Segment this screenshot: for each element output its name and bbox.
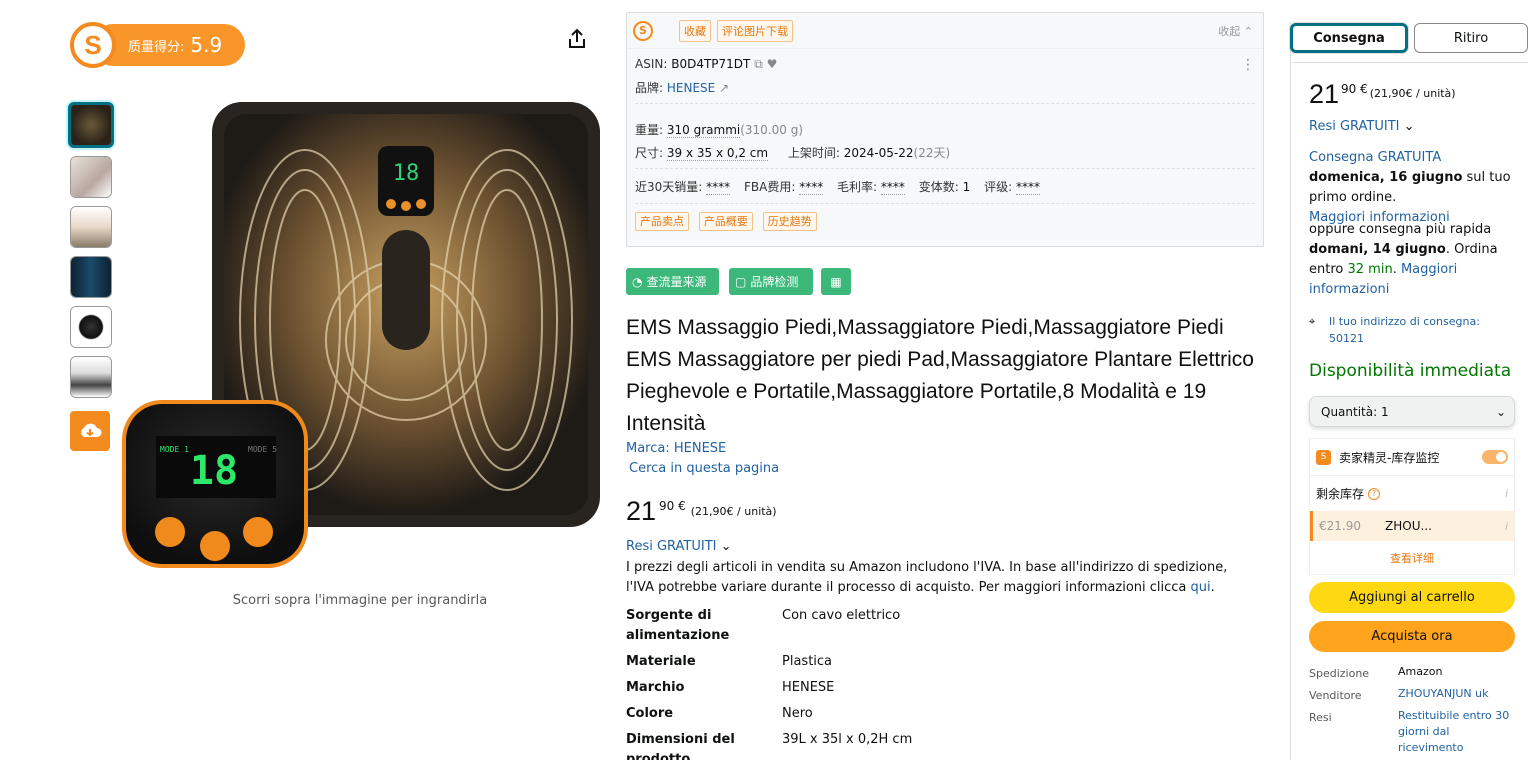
- copy-icon[interactable]: ⧉: [754, 57, 763, 71]
- buybox-divider: [1290, 22, 1291, 760]
- share-icon[interactable]: [566, 28, 588, 50]
- sellersprite-info-panel: S 收藏 评论图片下载 收起 ⌃ ASIN: B0D4TP71DT ⧉ ♥ ⋮ …: [626, 12, 1264, 247]
- vat-notice: I prezzi degli articoli in vendita su Am…: [626, 560, 1228, 595]
- availability-status: Disponibilità immediata: [1309, 361, 1512, 381]
- divider: [1293, 62, 1528, 63]
- thumbnail-6[interactable]: [70, 356, 112, 398]
- quality-label: 质量得分:: [128, 39, 185, 55]
- divider: [635, 203, 1255, 204]
- quality-score-badge[interactable]: S 质量得分: 5.9: [70, 22, 245, 68]
- quantity-select[interactable]: Quantità: 1 ⌄: [1309, 396, 1515, 427]
- spec-row: Marchio HENESE: [626, 680, 835, 695]
- returns-link[interactable]: Restituibile entro 30 giorni dal ricevim…: [1398, 708, 1518, 756]
- spec-row: Dimensioni del prodotto 39L x 35l x 0,2H …: [626, 732, 913, 760]
- spec-row: Sorgente di alimentazione Con cavo elettr…: [626, 608, 901, 643]
- selling-points-tag[interactable]: 产品卖点: [635, 212, 689, 231]
- size-row: 尺寸: 39 x 35 x 0,2 cm 上架时间: 2024-05-22(22…: [635, 146, 951, 161]
- sellersprite-s-icon: S: [633, 20, 653, 41]
- info-icon: i: [1504, 487, 1508, 500]
- quality-score: 5.9: [190, 33, 223, 57]
- calculator-button[interactable]: ▦: [821, 268, 851, 295]
- svg-text:18: 18: [393, 161, 420, 186]
- product-price: 21 90 € (21,90€ / unità): [626, 496, 777, 526]
- thumbnail-3[interactable]: [70, 206, 112, 248]
- chevron-down-icon: ⌄: [720, 539, 732, 554]
- cloud-download-icon: [81, 423, 102, 437]
- collapse-toggle[interactable]: 收起 ⌃: [1218, 23, 1253, 39]
- tab-delivery[interactable]: Consegna: [1290, 23, 1408, 53]
- traffic-source-button[interactable]: ◔ 查流量来源: [626, 268, 719, 295]
- add-to-cart-button[interactable]: Aggiungi al carrello: [1309, 582, 1515, 613]
- free-returns-link[interactable]: Resi GRATUITI ⌄: [626, 539, 732, 554]
- divider: [635, 103, 1255, 104]
- weight-row: 重量: 310 grammi(310.00 g): [635, 123, 804, 138]
- summary-tag[interactable]: 产品概要: [698, 212, 753, 231]
- thumbnail-1[interactable]: [68, 102, 114, 148]
- stock-row: €21.90 ZHOU... i: [1310, 511, 1514, 541]
- metrics-row: 近30天销量: **** FBA费用: **** 毛利率: **** 变体数: …: [635, 180, 1040, 195]
- seller-info: Spedizione Amazon Venditore ZHOUYANJUN uk …: [1309, 664, 1519, 760]
- svg-text:18: 18: [190, 448, 238, 494]
- more-options-icon[interactable]: ⋮: [1241, 57, 1255, 73]
- calculator-icon: ▦: [830, 274, 842, 289]
- stock-monitor-toggle[interactable]: [1482, 450, 1508, 464]
- bottom-tags: 产品卖点 产品概要 历史趋势: [635, 212, 823, 231]
- sellersprite-s-icon: S: [1316, 449, 1331, 465]
- asin-value: B0D4TP71DT: [671, 57, 751, 71]
- thumbnail-4[interactable]: [70, 256, 112, 298]
- spec-row: Colore Nero: [626, 706, 813, 721]
- search-this-page-link[interactable]: Cerca in questa pagina: [629, 461, 779, 476]
- heart-icon[interactable]: ♥: [767, 57, 778, 71]
- product-title: EMS Massaggio Piedi,Massaggiatore Piedi,…: [626, 316, 1254, 435]
- free-delivery-info: Consegna GRATUITA domenica, 16 giugno su…: [1309, 150, 1511, 225]
- brand-link[interactable]: HENESE: [667, 81, 715, 95]
- asin-row: ASIN: B0D4TP71DT ⧉ ♥: [635, 57, 778, 71]
- location-pin-icon: ⌖: [1309, 315, 1316, 328]
- image-caption: Scorri sopra l'immagine per ingrandirla: [232, 593, 488, 608]
- view-details-link[interactable]: 查看详细: [1310, 550, 1514, 566]
- favorite-tag[interactable]: 收藏: [679, 19, 711, 42]
- thumbnail-strip: [68, 102, 114, 406]
- tab-pickup[interactable]: Ritiro: [1414, 23, 1528, 53]
- info-icon: i: [1504, 519, 1508, 533]
- chart-circle-icon: ◔: [632, 274, 643, 289]
- fast-delivery-info: oppure consegna più rapida domani, 14 gi…: [1309, 222, 1498, 297]
- product-specs-table: Sorgente di alimentazione Con cavo elettr…: [626, 606, 1256, 760]
- download-images-button[interactable]: [70, 411, 110, 451]
- stock-monitor-widget: S 卖家精灵-库存监控 剩余库存? i €21.90 ZHOU... i 查看详…: [1309, 438, 1515, 575]
- thumbnail-5[interactable]: [70, 306, 112, 348]
- buybox-price: 21 90 € (21,90€ / unità): [1309, 79, 1456, 109]
- divider: [635, 168, 1255, 169]
- spec-row: Materiale Plastica: [626, 654, 833, 669]
- brand-store-link[interactable]: Marca: HENESE: [626, 441, 726, 456]
- seller-link[interactable]: ZHOUYANJUN uk: [1398, 686, 1518, 704]
- sellersprite-logo-icon: S: [70, 22, 116, 68]
- vat-info-link[interactable]: qui: [1191, 580, 1211, 595]
- delivery-address[interactable]: ⌖ Il tuo indirizzo di consegna: 50121: [1309, 313, 1519, 347]
- product-main-image[interactable]: 18 18 MODE 1 MODE 5: [120, 100, 600, 590]
- chevron-down-icon: ⌄: [1495, 404, 1506, 419]
- svg-text:MODE 1: MODE 1: [160, 445, 189, 454]
- external-link-icon[interactable]: ↗: [719, 81, 729, 95]
- svg-text:MODE 5: MODE 5: [248, 445, 277, 454]
- brand-row: 品牌: HENESE ↗: [635, 81, 730, 95]
- history-trend-tag[interactable]: 历史趋势: [762, 212, 817, 231]
- brand-check-button[interactable]: ▢ 品牌检测: [729, 268, 813, 295]
- buy-now-button[interactable]: Acquista ora: [1309, 621, 1515, 652]
- thumbnail-2[interactable]: [70, 156, 112, 198]
- help-icon[interactable]: ?: [1368, 487, 1381, 500]
- square-icon: ▢: [735, 274, 747, 289]
- buybox-free-returns[interactable]: Resi GRATUITI ⌄: [1309, 117, 1519, 137]
- chevron-down-icon: ⌄: [1403, 119, 1415, 134]
- download-review-images-tag[interactable]: 评论图片下载: [717, 19, 793, 42]
